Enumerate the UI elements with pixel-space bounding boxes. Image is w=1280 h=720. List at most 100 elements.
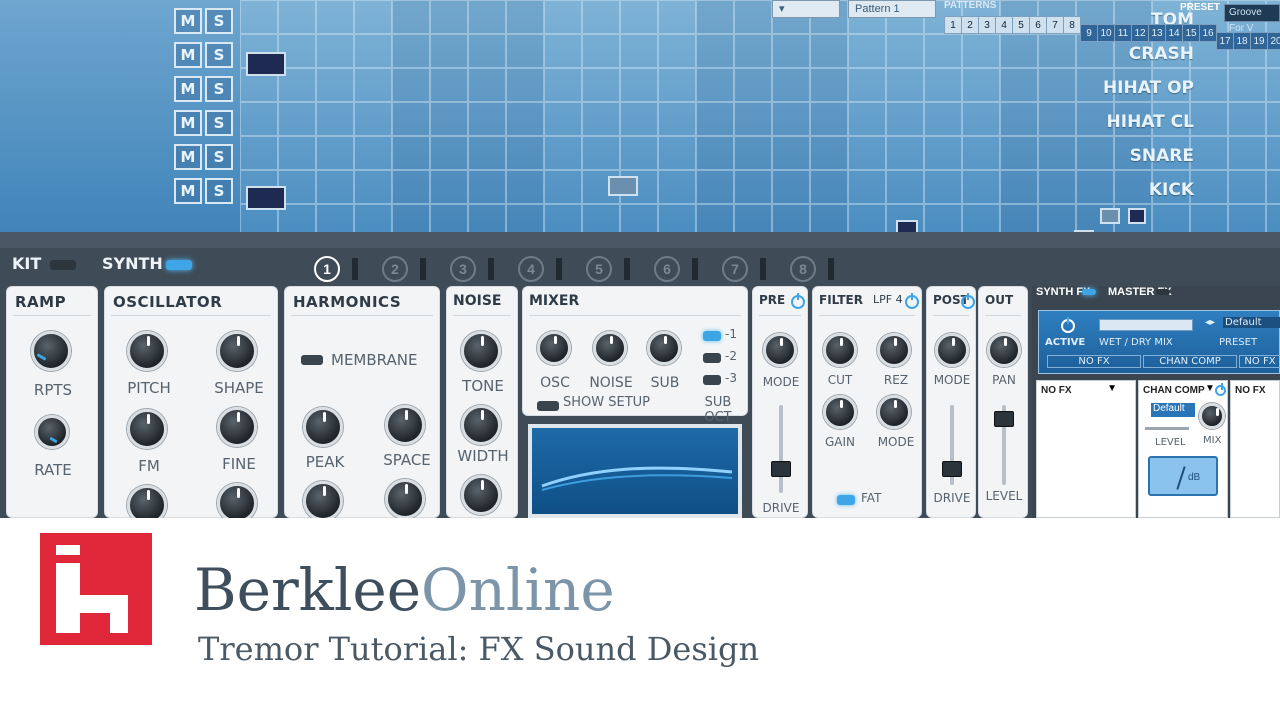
- fx-slot-2-power-icon[interactable]: [1215, 383, 1226, 396]
- show-setup-toggle[interactable]: [537, 401, 559, 411]
- step-cell[interactable]: [240, 136, 278, 170]
- step-cell[interactable]: [962, 136, 1000, 170]
- step-cell[interactable]: [316, 34, 354, 68]
- fm-knob[interactable]: [127, 409, 167, 449]
- step-cell[interactable]: [658, 68, 696, 102]
- voice-button[interactable]: 4: [518, 256, 544, 282]
- step-cell[interactable]: [544, 34, 582, 68]
- shape-knob[interactable]: [217, 331, 257, 371]
- filter-mode-knob[interactable]: [877, 395, 911, 429]
- step-cell[interactable]: [506, 0, 544, 34]
- step-cell[interactable]: [1266, 102, 1280, 136]
- step-cell[interactable]: [962, 170, 1000, 204]
- active-step[interactable]: [246, 52, 286, 76]
- step-cell[interactable]: [430, 102, 468, 136]
- step-cell[interactable]: [430, 0, 468, 34]
- step-cell[interactable]: [278, 102, 316, 136]
- active-step[interactable]: [608, 176, 638, 196]
- step-cell[interactable]: [316, 136, 354, 170]
- step-cell[interactable]: [696, 170, 734, 204]
- mute-button[interactable]: M: [174, 76, 202, 102]
- fx-slot-1-title[interactable]: NO FX: [1041, 385, 1072, 396]
- gain-knob[interactable]: [823, 395, 857, 429]
- step-cell[interactable]: [506, 170, 544, 204]
- rpts-knob[interactable]: [31, 331, 71, 371]
- rez-knob[interactable]: [877, 333, 911, 367]
- step-cell[interactable]: [544, 102, 582, 136]
- voice-button[interactable]: 2: [382, 256, 408, 282]
- chevron-down-icon[interactable]: ▼: [1205, 383, 1215, 394]
- step-cell[interactable]: [734, 0, 772, 34]
- solo-button[interactable]: S: [205, 144, 233, 170]
- post-mode-knob[interactable]: [935, 333, 969, 367]
- step-cell[interactable]: [734, 68, 772, 102]
- pattern-number-button[interactable]: 15: [1182, 24, 1200, 42]
- step-cell[interactable]: [848, 68, 886, 102]
- step-cell[interactable]: [278, 136, 316, 170]
- step-cell[interactable]: [848, 102, 886, 136]
- step-cell[interactable]: [620, 136, 658, 170]
- step-cell[interactable]: [734, 34, 772, 68]
- step-cell[interactable]: [468, 102, 506, 136]
- step-cell[interactable]: [1190, 170, 1228, 204]
- pan-knob[interactable]: [987, 333, 1021, 367]
- solo-button[interactable]: S: [205, 8, 233, 34]
- voice-button[interactable]: 7: [722, 256, 748, 282]
- step-cell[interactable]: [582, 68, 620, 102]
- step-cell[interactable]: [696, 68, 734, 102]
- step-cell[interactable]: [924, 34, 962, 68]
- step-cell[interactable]: [582, 34, 620, 68]
- mute-button[interactable]: M: [174, 8, 202, 34]
- voice-button[interactable]: 5: [586, 256, 612, 282]
- mute-button[interactable]: M: [174, 178, 202, 204]
- step-cell[interactable]: [696, 102, 734, 136]
- pattern-number-button[interactable]: 12: [1131, 24, 1149, 42]
- step-cell[interactable]: [1266, 136, 1280, 170]
- osc-mix-knob[interactable]: [537, 331, 571, 365]
- step-cell[interactable]: [620, 0, 658, 34]
- solo-button[interactable]: S: [205, 178, 233, 204]
- step-cell[interactable]: [620, 34, 658, 68]
- step-cell[interactable]: [316, 170, 354, 204]
- step-cell[interactable]: [354, 0, 392, 34]
- step-cell[interactable]: [1266, 170, 1280, 204]
- step-cell[interactable]: [1076, 136, 1114, 170]
- step-resolution-select[interactable]: ▾: [772, 0, 840, 18]
- wet-dry-slider[interactable]: [1099, 319, 1193, 331]
- step-cell[interactable]: [316, 0, 354, 34]
- step-cell[interactable]: [506, 68, 544, 102]
- step-cell[interactable]: [354, 136, 392, 170]
- step-cell[interactable]: [620, 68, 658, 102]
- step-cell[interactable]: [962, 102, 1000, 136]
- mute-button[interactable]: M: [174, 42, 202, 68]
- pre-mode-knob[interactable]: [763, 333, 797, 367]
- step-cell[interactable]: [810, 136, 848, 170]
- sub-mix-knob[interactable]: [647, 331, 681, 365]
- step-cell[interactable]: [582, 136, 620, 170]
- step-cell[interactable]: [848, 34, 886, 68]
- step-cell[interactable]: [772, 34, 810, 68]
- step-cell[interactable]: [430, 34, 468, 68]
- step-cell[interactable]: [696, 136, 734, 170]
- voice-button[interactable]: 6: [654, 256, 680, 282]
- step-cell[interactable]: [1228, 102, 1266, 136]
- voice-button[interactable]: 1: [314, 256, 340, 282]
- peak-knob[interactable]: [303, 407, 343, 447]
- step-cell[interactable]: [658, 34, 696, 68]
- step-cell[interactable]: [506, 102, 544, 136]
- step-cell[interactable]: [468, 136, 506, 170]
- pattern-number-button[interactable]: 17: [1216, 32, 1234, 50]
- pitch-knob[interactable]: [127, 331, 167, 371]
- space-knob[interactable]: [385, 405, 425, 445]
- filter-power-icon[interactable]: [905, 293, 919, 309]
- step-cell[interactable]: [468, 0, 506, 34]
- step-cell[interactable]: [430, 170, 468, 204]
- step-cell[interactable]: [240, 0, 278, 34]
- pattern-number-button[interactable]: 6: [1029, 16, 1047, 34]
- pattern-number-button[interactable]: 11: [1114, 24, 1132, 42]
- step-cell[interactable]: [696, 34, 734, 68]
- mute-button[interactable]: M: [174, 110, 202, 136]
- active-step[interactable]: [246, 186, 286, 210]
- step-cell[interactable]: [354, 34, 392, 68]
- mute-button[interactable]: M: [174, 144, 202, 170]
